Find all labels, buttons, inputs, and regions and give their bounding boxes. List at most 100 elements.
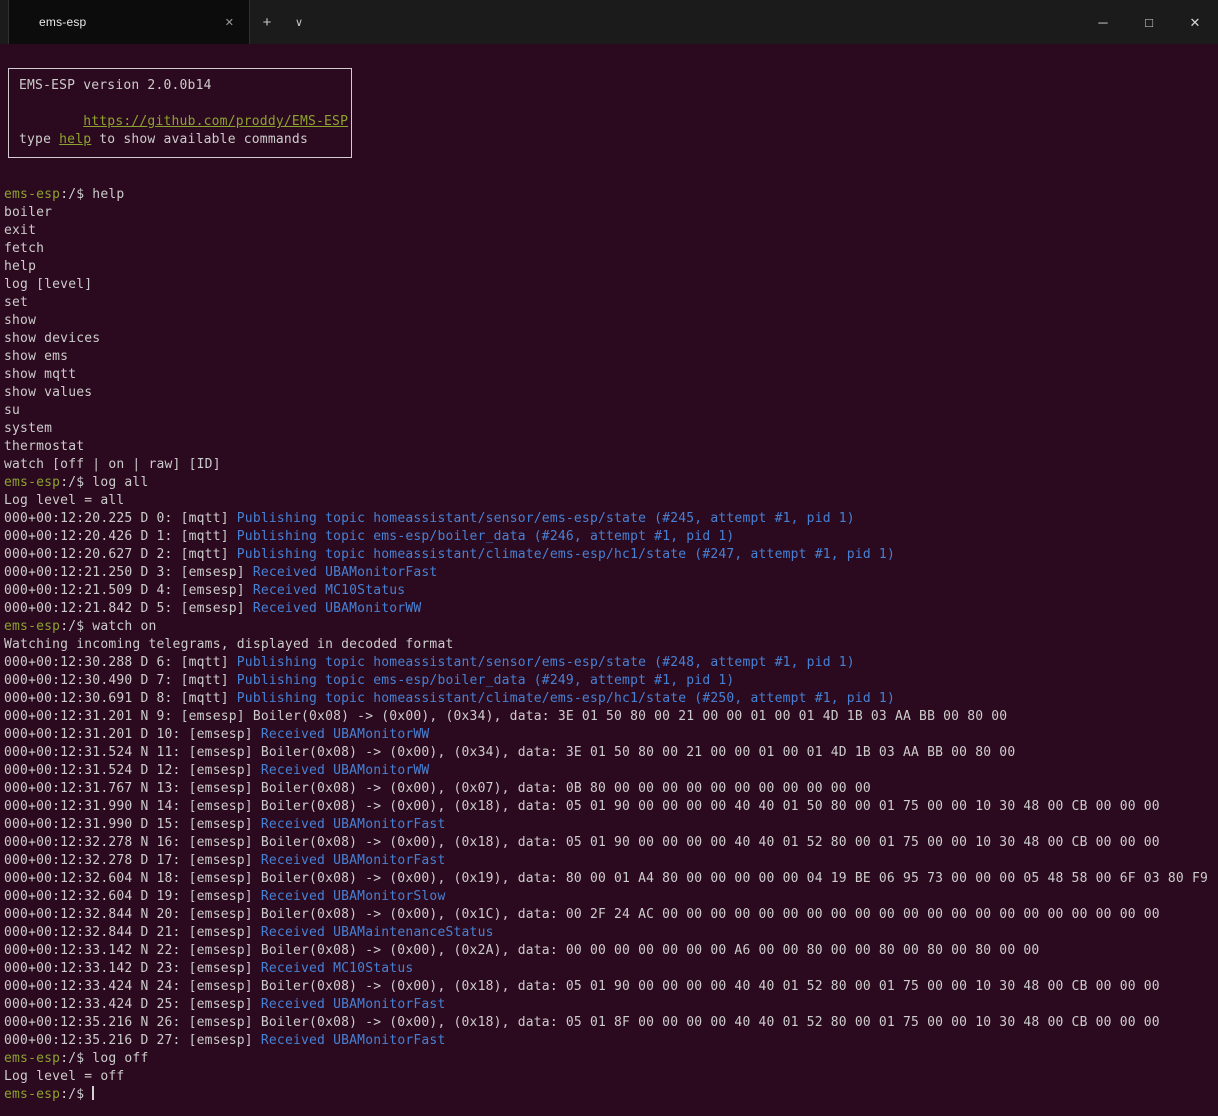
terminal-text-segment: Received UBAMonitorFast — [261, 997, 446, 1012]
terminal-text-segment: :/$ log off — [60, 1051, 148, 1066]
terminal-text-segment: 000+00:12:31.524 D 12: [emsesp] — [4, 763, 261, 778]
terminal-line: log [level] — [4, 276, 1218, 294]
terminal-line: 000+00:12:32.278 N 16: [emsesp] Boiler(0… — [4, 834, 1218, 852]
terminal-line: 000+00:12:20.225 D 0: [mqtt] Publishing … — [4, 510, 1218, 528]
terminal-screen[interactable]: EMS-ESP version 2.0.0b14 https://github.… — [0, 44, 1218, 1116]
terminal-text-segment: 000+00:12:21.250 D 3: [emsesp] — [4, 565, 253, 580]
terminal-text-segment: 000+00:12:31.990 N 14: [emsesp] Boiler(0… — [4, 799, 1160, 814]
terminal-line: show ems — [4, 348, 1218, 366]
terminal-line: 000+00:12:35.216 D 27: [emsesp] Received… — [4, 1032, 1218, 1050]
terminal-line: Log level = all — [4, 492, 1218, 510]
terminal-text-segment: 000+00:12:31.201 N 9: [emsesp] Boiler(0x… — [4, 709, 1007, 724]
terminal-text-segment: Publishing topic ems-esp/boiler_data (#2… — [237, 673, 735, 688]
terminal-line: 000+00:12:30.490 D 7: [mqtt] Publishing … — [4, 672, 1218, 690]
minimize-icon: ─ — [1098, 16, 1107, 29]
terminal-text-segment: show devices — [4, 331, 100, 346]
close-button[interactable]: ✕ — [1172, 0, 1218, 44]
terminal-line: ems-esp:/$ watch on — [4, 618, 1218, 636]
github-link[interactable]: https://github.com/proddy/EMS-ESP — [83, 114, 348, 129]
terminal-text-segment: Received UBAMonitorSlow — [261, 889, 446, 904]
terminal-line: ems-esp:/$ help — [4, 186, 1218, 204]
terminal-text-segment: Received UBAMonitorWW — [261, 727, 430, 742]
terminal-text-segment: Received UBAMonitorFast — [261, 1033, 446, 1048]
terminal-line: ems-esp:/$ log off — [4, 1050, 1218, 1068]
terminal-text-segment: ems-esp — [4, 619, 60, 634]
terminal-text-segment: ems-esp — [4, 187, 60, 202]
terminal-text-segment: 000+00:12:31.767 N 13: [emsesp] Boiler(0… — [4, 781, 871, 796]
tab-ems-esp[interactable]: ems-esp ✕ — [8, 0, 250, 44]
terminal-line: 000+00:12:33.142 N 22: [emsesp] Boiler(0… — [4, 942, 1218, 960]
terminal-line: 000+00:12:30.691 D 8: [mqtt] Publishing … — [4, 690, 1218, 708]
terminal-text-segment: Received UBAMonitorWW — [261, 763, 430, 778]
terminal-text-segment: show ems — [4, 349, 68, 364]
terminal-text-segment: 000+00:12:30.288 D 6: [mqtt] — [4, 655, 237, 670]
terminal-text-segment: Publishing topic homeassistant/sensor/em… — [237, 511, 855, 526]
terminal-output: ems-esp:/$ helpboilerexitfetchhelplog [l… — [4, 186, 1218, 1104]
terminal-text-segment: show mqtt — [4, 367, 76, 382]
terminal-line: 000+00:12:33.424 N 24: [emsesp] Boiler(0… — [4, 978, 1218, 996]
terminal-window: ems-esp ✕ + ∨ ─ □ ✕ EMS-ESP version 2.0.… — [0, 0, 1218, 1116]
new-tab-button[interactable]: + — [250, 0, 284, 44]
banner-tip: type help to show available commands — [19, 131, 341, 149]
terminal-text-segment: 000+00:12:33.424 N 24: [emsesp] Boiler(0… — [4, 979, 1160, 994]
terminal-text-segment: 000+00:12:21.842 D 5: [emsesp] — [4, 601, 253, 616]
maximize-button[interactable]: □ — [1126, 0, 1172, 44]
terminal-text-segment: Watching incoming telegrams, displayed i… — [4, 637, 454, 652]
terminal-line: 000+00:12:31.201 N 9: [emsesp] Boiler(0x… — [4, 708, 1218, 726]
terminal-text-segment: :/$ log all — [60, 475, 148, 490]
terminal-text-segment: Received UBAMonitorFast — [253, 565, 438, 580]
terminal-line: 000+00:12:20.426 D 1: [mqtt] Publishing … — [4, 528, 1218, 546]
terminal-text-segment: su — [4, 403, 20, 418]
terminal-line: boiler — [4, 204, 1218, 222]
terminal-text-segment: 000+00:12:32.604 N 18: [emsesp] Boiler(0… — [4, 871, 1208, 886]
terminal-text-segment: Received MC10Status — [261, 961, 414, 976]
terminal-text-segment: ems-esp — [4, 1051, 60, 1066]
terminal-text-segment: help — [4, 259, 36, 274]
terminal-text-segment: Log level = all — [4, 493, 124, 508]
terminal-line: exit — [4, 222, 1218, 240]
terminal-text-segment: 000+00:12:33.424 D 25: [emsesp] — [4, 997, 261, 1012]
terminal-line: 000+00:12:31.201 D 10: [emsesp] Received… — [4, 726, 1218, 744]
terminal-line: su — [4, 402, 1218, 420]
terminal-line: 000+00:12:20.627 D 2: [mqtt] Publishing … — [4, 546, 1218, 564]
banner-title: EMS-ESP version 2.0.0b14 — [19, 77, 341, 95]
terminal-text-segment: Publishing topic homeassistant/climate/e… — [237, 691, 895, 706]
terminal-line: 000+00:12:31.524 N 11: [emsesp] Boiler(0… — [4, 744, 1218, 762]
tab-close-icon[interactable]: ✕ — [218, 14, 241, 31]
terminal-text-segment: 000+00:12:21.509 D 4: [emsesp] — [4, 583, 253, 598]
titlebar-drag-area — [314, 0, 1080, 44]
terminal-text-segment: 000+00:12:33.142 N 22: [emsesp] Boiler(0… — [4, 943, 1039, 958]
terminal-line: 000+00:12:31.990 N 14: [emsesp] Boiler(0… — [4, 798, 1218, 816]
terminal-line: ems-esp:/$ log all — [4, 474, 1218, 492]
banner-tip-prefix: type — [19, 132, 59, 147]
terminal-text-segment: Received UBAMaintenanceStatus — [261, 925, 494, 940]
help-link[interactable]: help — [59, 132, 91, 147]
terminal-line: help — [4, 258, 1218, 276]
tab-dropdown-button[interactable]: ∨ — [284, 0, 314, 44]
terminal-text-segment: log [level] — [4, 277, 92, 292]
terminal-text-segment: 000+00:12:20.627 D 2: [mqtt] — [4, 547, 237, 562]
minimize-button[interactable]: ─ — [1080, 0, 1126, 44]
terminal-line: 000+00:12:21.250 D 3: [emsesp] Received … — [4, 564, 1218, 582]
terminal-text-segment: Publishing topic homeassistant/sensor/em… — [237, 655, 855, 670]
terminal-line: 000+00:12:32.278 D 17: [emsesp] Received… — [4, 852, 1218, 870]
banner-tip-suffix: to show available commands — [91, 132, 308, 147]
terminal-text-segment: 000+00:12:35.216 N 26: [emsesp] Boiler(0… — [4, 1015, 1160, 1030]
terminal-text-segment: :/$ watch on — [60, 619, 156, 634]
terminal-text-segment: Log level = off — [4, 1069, 124, 1084]
terminal-text-segment: ems-esp — [4, 475, 60, 490]
terminal-text-segment: 000+00:12:31.524 N 11: [emsesp] Boiler(0… — [4, 745, 1015, 760]
terminal-line: 000+00:12:30.288 D 6: [mqtt] Publishing … — [4, 654, 1218, 672]
terminal-text-segment: 000+00:12:30.490 D 7: [mqtt] — [4, 673, 237, 688]
terminal-text-segment: boiler — [4, 205, 52, 220]
terminal-text-segment: thermostat — [4, 439, 84, 454]
terminal-line: 000+00:12:32.604 D 19: [emsesp] Received… — [4, 888, 1218, 906]
terminal-line: show — [4, 312, 1218, 330]
terminal-text-segment: system — [4, 421, 52, 436]
plus-icon: + — [263, 14, 272, 31]
terminal-line: system — [4, 420, 1218, 438]
terminal-text-segment: Received UBAMonitorFast — [261, 817, 446, 832]
terminal-text-segment: 000+00:12:32.844 D 21: [emsesp] — [4, 925, 261, 940]
terminal-text-segment: 000+00:12:30.691 D 8: [mqtt] — [4, 691, 237, 706]
banner-box: EMS-ESP version 2.0.0b14 https://github.… — [8, 68, 352, 158]
